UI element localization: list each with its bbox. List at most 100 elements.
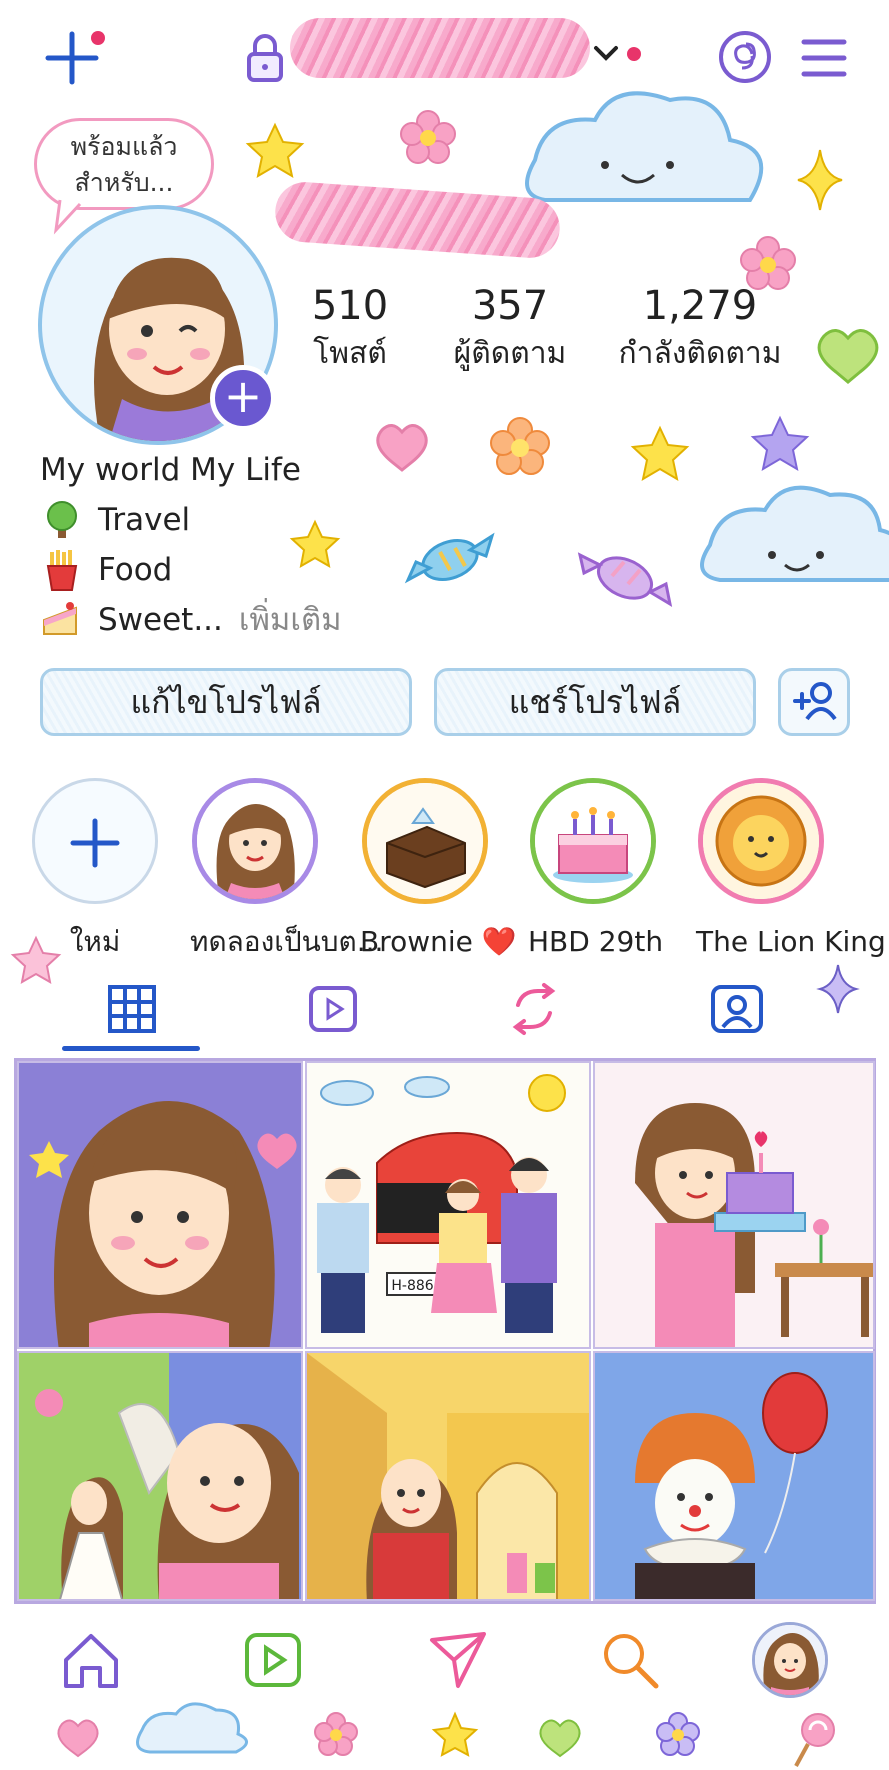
top-bar bbox=[0, 0, 889, 110]
reels-icon bbox=[309, 986, 357, 1032]
menu-button[interactable] bbox=[800, 34, 848, 82]
note-text-line: พร้อมแล้ว bbox=[70, 132, 178, 161]
highlight-item[interactable]: ทดลองเป็นบต... bbox=[190, 778, 384, 960]
girl-portrait bbox=[197, 783, 313, 899]
post-thumbnail[interactable] bbox=[593, 1061, 875, 1349]
highlight-item[interactable]: HBD 29th bbox=[528, 778, 664, 960]
lion-image bbox=[703, 783, 819, 899]
plus-icon bbox=[70, 818, 120, 868]
cloud-icon bbox=[700, 485, 889, 582]
candy-icon bbox=[577, 552, 673, 608]
highlight-cover bbox=[192, 778, 318, 904]
bio-line: Travel bbox=[40, 498, 190, 542]
bio-text: Food bbox=[98, 552, 173, 588]
cloud-icon bbox=[136, 1702, 248, 1754]
nav-reels[interactable] bbox=[244, 1632, 302, 1688]
candy-icon bbox=[404, 532, 495, 584]
flower-icon bbox=[490, 417, 550, 475]
followers-stat[interactable]: 357 ผู้ติดตาม bbox=[440, 282, 580, 374]
highlight-cover bbox=[362, 778, 488, 904]
post-thumbnail[interactable]: H-8864 bbox=[305, 1061, 591, 1349]
note-bubble[interactable]: พร้อมแล้ว สำหรับ... bbox=[34, 118, 214, 210]
star-icon bbox=[750, 415, 810, 472]
bio-text: Travel bbox=[98, 502, 191, 538]
birthday-cake-image bbox=[535, 783, 651, 899]
clown-balloon-drawing bbox=[595, 1353, 873, 1599]
account-switcher[interactable] bbox=[592, 40, 642, 70]
star-icon bbox=[431, 1711, 479, 1757]
bio-text: Sweet... bbox=[98, 602, 223, 638]
threads-icon bbox=[719, 31, 771, 83]
brownie-image bbox=[367, 783, 483, 899]
send-icon bbox=[430, 1632, 486, 1688]
bottom-nav bbox=[0, 1620, 889, 1710]
plus-icon: + bbox=[223, 369, 263, 423]
heart-icon bbox=[57, 1719, 99, 1758]
flower-icon bbox=[400, 110, 456, 164]
posts-label: โพสต์ bbox=[313, 336, 387, 371]
highlight-label: HBD 29th bbox=[528, 925, 664, 958]
active-tab-indicator bbox=[62, 1046, 200, 1051]
reposts-icon bbox=[512, 983, 556, 1035]
tab-tagged[interactable] bbox=[710, 981, 764, 1035]
heart-icon bbox=[376, 424, 428, 472]
highlight-label: Brownie ❤️ bbox=[360, 925, 517, 958]
highlight-item[interactable]: Brownie ❤️ bbox=[360, 778, 517, 960]
share-profile-button[interactable]: แชร์โปรไฟล์ bbox=[434, 668, 756, 736]
nav-profile[interactable] bbox=[752, 1622, 828, 1698]
following-stat[interactable]: 1,279 กำลังติดตาม bbox=[615, 282, 785, 374]
post-thumbnail[interactable] bbox=[305, 1351, 591, 1601]
edit-profile-button[interactable]: แก้ไขโปรไฟล์ bbox=[40, 668, 412, 736]
posts-grid: H-8864 bbox=[14, 1058, 876, 1604]
tagged-icon bbox=[711, 985, 763, 1033]
cake-slice-icon bbox=[43, 602, 77, 635]
chevron-down-icon bbox=[594, 46, 641, 61]
posts-count: 510 bbox=[311, 283, 389, 329]
followers-count: 357 bbox=[471, 283, 549, 329]
tab-posts-grid[interactable] bbox=[106, 983, 158, 1035]
add-story-button[interactable]: + bbox=[210, 365, 276, 431]
add-person-icon bbox=[793, 682, 837, 721]
bio-line: Sweet... เพิ่มเติม bbox=[40, 598, 342, 642]
lollipop-icon bbox=[794, 1713, 835, 1767]
posts-stat[interactable]: 510 โพสต์ bbox=[300, 282, 400, 374]
girl-with-doll-drawing bbox=[19, 1353, 301, 1599]
tab-reels[interactable] bbox=[308, 985, 358, 1033]
discover-people-button[interactable] bbox=[778, 668, 850, 736]
girl-selfie-drawing bbox=[19, 1063, 301, 1347]
highlight-label: ทดลองเป็นบต... bbox=[190, 925, 384, 958]
following-count: 1,279 bbox=[642, 283, 758, 329]
post-thumbnail[interactable] bbox=[17, 1061, 303, 1349]
heart-icon bbox=[539, 1719, 581, 1758]
sparkle-icon bbox=[797, 149, 843, 211]
username-redacted[interactable] bbox=[290, 18, 590, 78]
flower-icon bbox=[314, 1712, 358, 1756]
highlight-new[interactable]: ใหม่ bbox=[30, 778, 160, 960]
highlight-cover bbox=[698, 778, 824, 904]
profile-tabs bbox=[0, 975, 889, 1055]
threads-button[interactable] bbox=[718, 30, 772, 84]
heart-icon bbox=[817, 329, 879, 384]
post-thumbnail[interactable] bbox=[17, 1351, 303, 1601]
highlight-cover bbox=[530, 778, 656, 904]
private-account-lock bbox=[245, 32, 285, 84]
bio-title: My world My Life bbox=[40, 452, 301, 488]
highlight-item[interactable]: The Lion King bbox=[696, 778, 886, 960]
girl-in-hall-drawing bbox=[307, 1353, 589, 1599]
tab-reposts[interactable] bbox=[508, 983, 560, 1035]
bio-more-link[interactable]: เพิ่มเติม bbox=[239, 598, 342, 642]
nav-home[interactable] bbox=[60, 1630, 122, 1690]
followers-label: ผู้ติดตาม bbox=[453, 336, 567, 371]
menu-icon bbox=[801, 39, 847, 77]
create-button[interactable] bbox=[42, 28, 105, 88]
highlight-label: ใหม่ bbox=[69, 925, 121, 958]
nav-search[interactable] bbox=[600, 1630, 660, 1690]
new-highlight-ring bbox=[32, 778, 158, 904]
post-thumbnail[interactable] bbox=[593, 1351, 875, 1601]
nav-messages[interactable] bbox=[428, 1630, 488, 1690]
girl-with-cake-drawing bbox=[595, 1063, 873, 1347]
lock-icon bbox=[247, 34, 283, 82]
reels-icon bbox=[245, 1633, 301, 1687]
bio-line: Food bbox=[40, 548, 172, 592]
search-icon bbox=[604, 1634, 659, 1689]
